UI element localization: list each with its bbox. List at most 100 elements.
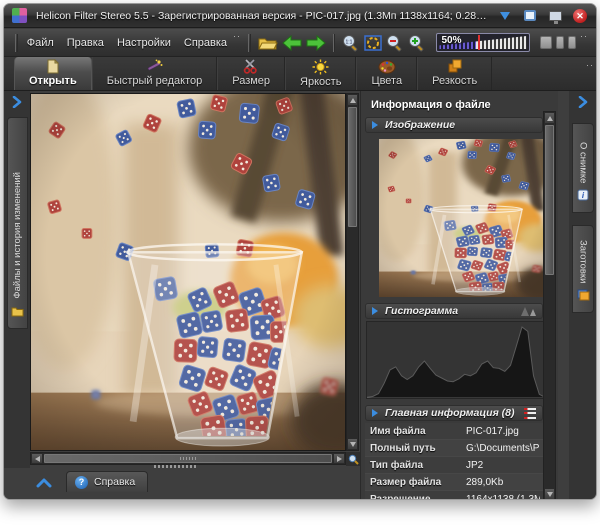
table-row[interactable]: Имя файла PIC-017.jpg	[365, 423, 545, 440]
open-folder-button[interactable]	[258, 32, 278, 54]
photo-canvas[interactable]	[30, 93, 346, 451]
presets-stack-icon	[577, 288, 590, 306]
sun-icon	[312, 59, 329, 75]
about-shot-tab[interactable]: О снимке i	[572, 123, 594, 213]
menu-edit[interactable]: Правка	[67, 37, 104, 49]
close-button[interactable]: ✕	[572, 8, 588, 23]
toolbar-grip[interactable]	[15, 34, 18, 52]
triangle-down-icon	[547, 492, 553, 497]
section-main-info-label: Главная информация (8)	[385, 407, 515, 419]
monitor-icon	[549, 11, 562, 21]
about-shot-tab-label: О снимке	[578, 142, 589, 183]
menu-file[interactable]: Файл	[27, 37, 54, 49]
tab-label: Размер	[232, 75, 270, 87]
fullscreen-button[interactable]	[547, 8, 563, 23]
table-row[interactable]: Тип файла JP2	[365, 457, 545, 474]
help-tab[interactable]: ? Справка	[66, 471, 148, 492]
menu-overflow-icon[interactable]: ··	[233, 31, 241, 41]
thumbnail-image[interactable]	[379, 139, 545, 297]
zoom-100-button[interactable]: 1:1	[342, 32, 360, 54]
panel-scrollbar[interactable]	[543, 111, 556, 500]
expand-left-panel-button[interactable]	[8, 94, 26, 110]
dual-view-button[interactable]	[568, 36, 576, 49]
scroll-right-button[interactable]	[333, 453, 345, 464]
panel-scroll-thumb[interactable]	[545, 125, 554, 275]
section-histogram[interactable]: Гистограмма	[365, 303, 543, 319]
toolbar-grip[interactable]	[248, 34, 251, 52]
table-row[interactable]: Размер файла 289,0Kb	[365, 474, 545, 491]
toolbar-grip[interactable]	[333, 34, 336, 52]
open-folder-icon	[258, 35, 278, 51]
triangle-right-icon	[372, 121, 378, 129]
section-image-label: Изображение	[385, 119, 455, 131]
image-horizontal-scrollbar[interactable]	[30, 452, 346, 465]
info-value: 1164x1138 (1.3Мп)	[466, 494, 540, 501]
zoom-out-icon	[386, 34, 404, 52]
tab-quick-editor[interactable]: Быстрый редактор	[92, 57, 218, 90]
bottom-bar: ? Справка	[4, 468, 360, 500]
files-history-tab[interactable]: Файлы и история изменений	[7, 117, 28, 329]
toolbar-overflow-icon[interactable]: ··	[580, 31, 588, 41]
zoom-slider[interactable]: 50%	[436, 33, 529, 52]
tabbar-overflow-icon[interactable]: ··	[586, 60, 594, 70]
tab-size[interactable]: Размер	[217, 57, 285, 90]
presets-tab[interactable]: Заготовки	[572, 225, 594, 313]
tab-sharpness[interactable]: Резкость	[417, 57, 492, 90]
split-view-button[interactable]	[556, 36, 564, 49]
palette-icon	[378, 59, 396, 74]
info-label: Полный путь	[370, 443, 466, 454]
zoom-1to1-icon: 1:1	[342, 34, 360, 52]
info-label: Имя файла	[370, 426, 466, 437]
tab-open[interactable]: Открыть	[14, 57, 92, 90]
panel-scroll-down-button[interactable]	[544, 488, 555, 500]
maximize-button[interactable]	[522, 8, 538, 23]
svg-text:1:1: 1:1	[346, 39, 353, 45]
maximize-icon	[524, 10, 536, 21]
scroll-down-button[interactable]	[347, 438, 358, 450]
app-icon	[12, 8, 27, 23]
histogram-mode-icon[interactable]	[521, 307, 536, 316]
expand-bottom-panel-button[interactable]	[36, 476, 52, 494]
fit-screen-icon	[364, 34, 382, 52]
zoom-slider-marker[interactable]	[478, 35, 480, 50]
triangle-right-icon	[372, 409, 378, 417]
minimize-button[interactable]	[497, 8, 513, 23]
zoom-out-button[interactable]	[386, 32, 404, 54]
forward-button[interactable]	[306, 32, 326, 54]
sharpness-icon	[447, 59, 463, 74]
scroll-left-button[interactable]	[31, 453, 43, 464]
triangle-up-icon	[547, 116, 553, 121]
folder-small-icon	[11, 304, 24, 322]
view-mode-button[interactable]	[540, 36, 553, 49]
tab-colors[interactable]: Цвета	[356, 57, 417, 90]
scroll-up-button[interactable]	[347, 94, 358, 106]
field-list-icon[interactable]	[524, 408, 536, 419]
splitter-grip[interactable]	[154, 465, 198, 468]
info-label: Размер файла	[370, 477, 466, 488]
tab-brightness[interactable]: Яркость	[285, 57, 356, 90]
back-button[interactable]	[282, 32, 302, 54]
section-image[interactable]: Изображение	[365, 117, 543, 133]
expand-right-panel-button[interactable]	[574, 94, 592, 110]
magnifier-icon	[348, 454, 359, 465]
title-bar[interactable]: Helicon Filter Stereo 5.5 - Зарегистриро…	[4, 4, 596, 28]
table-row[interactable]: Полный путь G:\Documents\Pic...	[365, 440, 545, 457]
section-main-info[interactable]: Главная информация (8)	[365, 405, 543, 421]
table-row[interactable]: Разрешение 1164x1138 (1.3Мп)	[365, 491, 545, 500]
chevron-right-icon	[577, 96, 589, 108]
navigator-button[interactable]	[346, 452, 360, 466]
panel-scroll-up-button[interactable]	[544, 112, 555, 124]
vertical-scroll-thumb[interactable]	[348, 107, 357, 227]
info-label: Разрешение	[370, 494, 466, 501]
ribbon-tabbar: Открыть Быстрый редактор Размер Яркость …	[4, 57, 596, 91]
fit-screen-button[interactable]	[364, 32, 382, 54]
presets-tab-label: Заготовки	[578, 240, 589, 283]
horizontal-scroll-thumb[interactable]	[44, 454, 332, 463]
zoom-in-button[interactable]	[408, 32, 426, 54]
tab-label: Яркость	[300, 76, 341, 88]
image-vertical-scrollbar[interactable]	[346, 93, 359, 451]
menu-settings[interactable]: Настройки	[117, 37, 171, 49]
tab-label: Цвета	[371, 75, 402, 87]
menu-help[interactable]: Справка	[184, 37, 227, 49]
info-panel-title: Информация о файле	[371, 99, 491, 111]
